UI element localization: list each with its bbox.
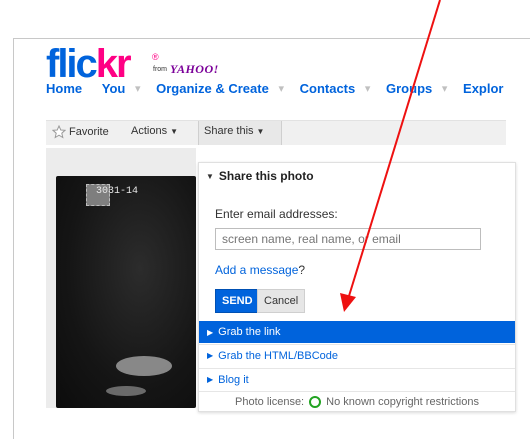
photo-negative-label: 3031-14 [96,186,139,197]
favorite-button[interactable]: Favorite [52,125,109,139]
nav-home[interactable]: Home [46,81,82,96]
logo-registered-mark: ® [152,52,159,62]
star-icon [52,125,66,139]
yahoo-logo: YAHOO! [170,62,219,76]
photo-image[interactable]: 3031-14 [56,176,196,408]
triangle-right-icon: ▶ [207,375,214,384]
grab-link-label: Grab the link [218,326,281,338]
share-panel-title: Share this photo [218,169,314,183]
add-message-link[interactable]: Add a message? [215,263,305,277]
no-copyright-icon [309,396,322,408]
email-label: Enter email addresses: [215,207,338,221]
blog-it-row[interactable]: ▶ Blog it [199,368,515,390]
photo-detail [116,356,172,376]
nav-explore[interactable]: Explor [463,81,503,96]
add-message-label: Add a message [215,263,299,277]
nav-groups-dropdown-icon[interactable]: ▾ [442,82,448,95]
grab-link-row[interactable]: ▶ Grab the link [199,321,515,343]
actions-button[interactable]: Actions ▼ [131,125,178,137]
logo-wordmark: flickr [46,42,132,86]
share-this-label: Share this [204,125,254,137]
photo-container: 3031-14 [46,148,196,408]
nav-contacts-dropdown-icon[interactable]: ▾ [365,82,371,95]
caret-down-icon: ▼ [170,126,178,136]
photo-license: Photo license: No known copyright restri… [199,391,515,412]
send-button[interactable]: SEND [215,289,260,313]
triangle-right-icon: ▶ [207,327,214,337]
share-this-button[interactable]: Share this ▼ [204,125,264,137]
actions-label: Actions [131,125,168,137]
caret-down-icon: ▼ [256,126,265,136]
main-nav: Home You ▾ Organize & Create ▾ Contacts … [46,80,510,96]
license-text[interactable]: No known copyright restrictions [326,396,479,408]
nav-organize-dropdown-icon[interactable]: ▾ [278,82,284,95]
nav-organize-create[interactable]: Organize & Create [156,81,269,96]
license-prefix: Photo license: [235,396,305,408]
grab-html-label: Grab the HTML/BBCode [218,349,338,362]
share-panel: ▼ Share this photo Enter email addresses… [198,162,516,412]
photo-toolbar: Favorite Actions ▼ Share this ▼ [46,120,506,145]
email-input[interactable] [215,228,481,250]
nav-you[interactable]: You [102,81,126,96]
nav-you-dropdown-icon[interactable]: ▾ [135,82,141,95]
grab-html-row[interactable]: ▶ Grab the HTML/BBCode [199,344,515,366]
triangle-down-icon: ▼ [206,171,214,181]
triangle-right-icon: ▶ [207,351,214,360]
cancel-button[interactable]: Cancel [257,289,306,313]
nav-groups[interactable]: Groups [386,81,432,96]
photo-detail [106,386,146,396]
nav-contacts[interactable]: Contacts [300,81,356,96]
logo-from: from [153,66,167,73]
share-panel-header[interactable]: ▼ Share this photo [206,169,314,183]
favorite-label: Favorite [69,126,109,138]
blog-it-label: Blog it [218,373,249,386]
